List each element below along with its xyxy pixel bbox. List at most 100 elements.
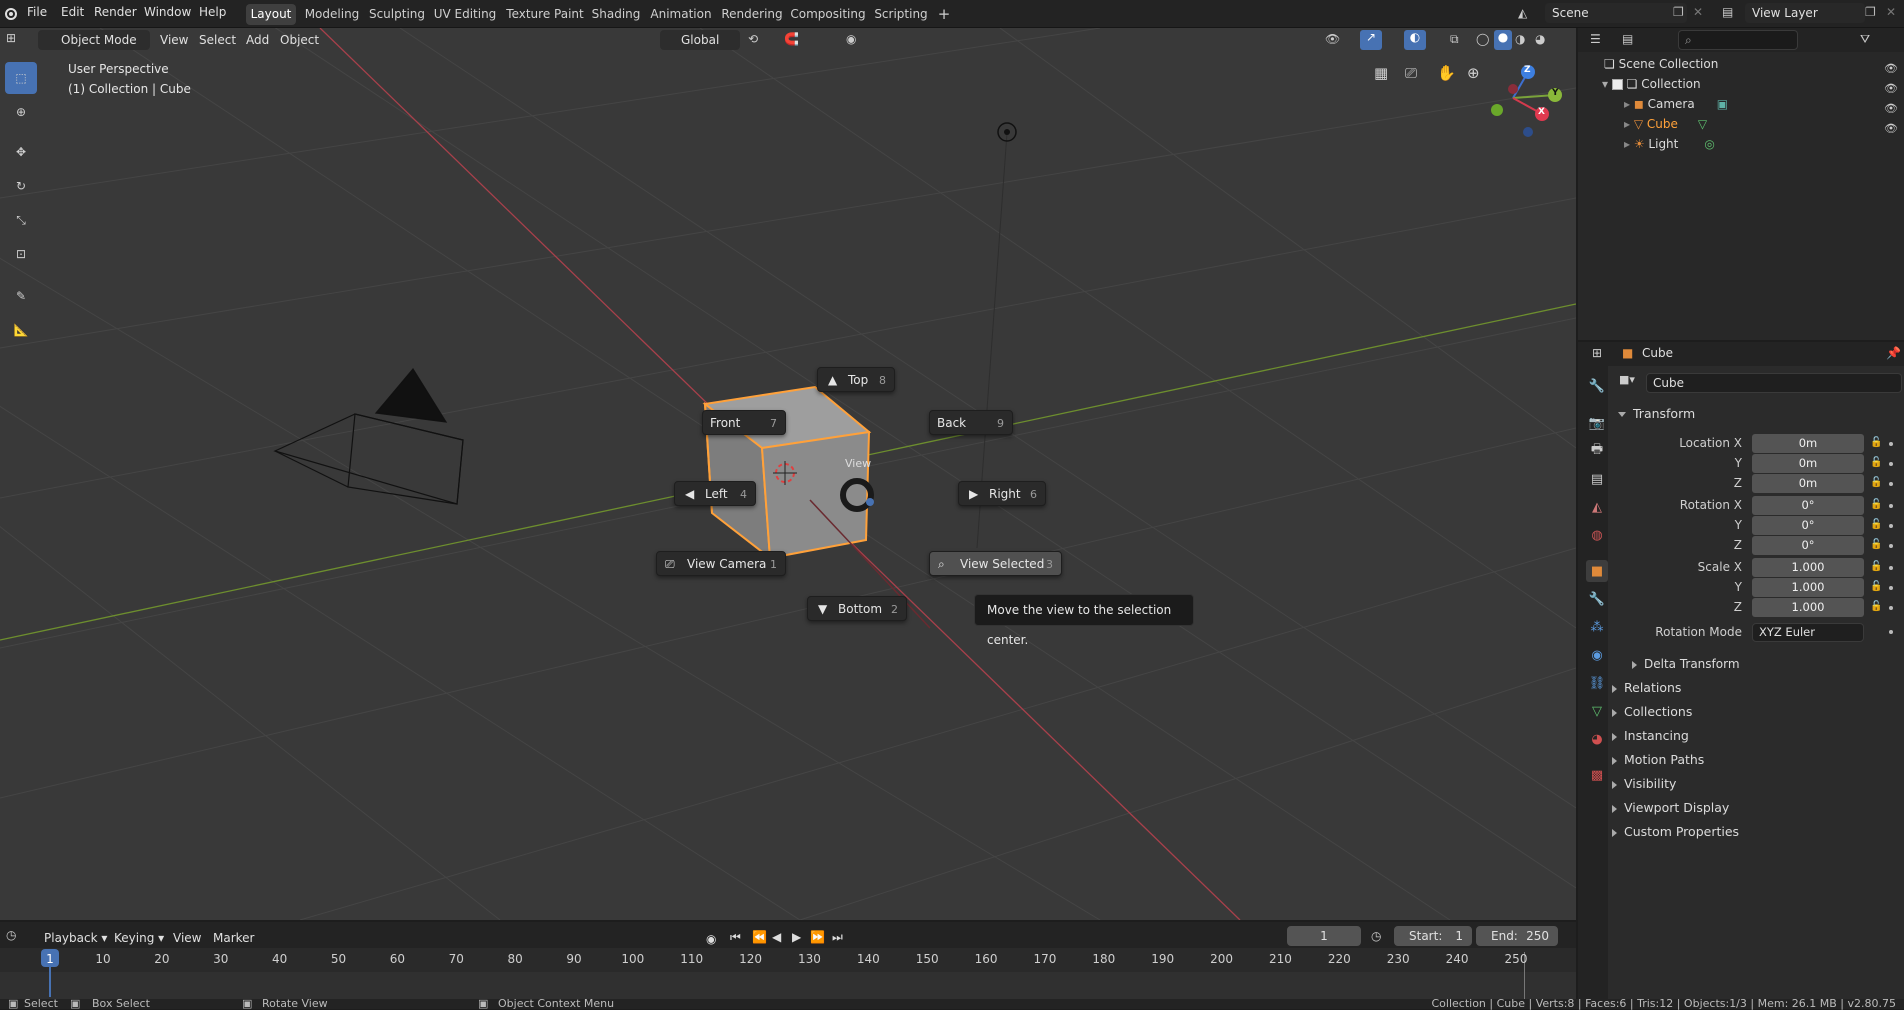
lock-icon[interactable]: 🔓 — [1870, 539, 1882, 550]
object-tab-icon[interactable]: ■ — [1586, 560, 1608, 582]
properties-editor-icon[interactable]: ⊞ — [1592, 346, 1602, 360]
camera-object[interactable] — [273, 367, 464, 505]
timeline-editor-icon[interactable]: ◷ — [6, 928, 16, 942]
tree-collection[interactable]: ▾ ❏ Collection — [1602, 74, 1701, 94]
collections-panel[interactable]: Collections — [1612, 704, 1692, 719]
start-frame-field[interactable]: Start: 1 — [1394, 926, 1472, 946]
proportional-edit-icon[interactable]: ◉ — [846, 32, 856, 46]
measure-tool-icon[interactable]: 📐 — [5, 314, 37, 346]
wireframe-shading-icon[interactable]: ◯ — [1476, 32, 1489, 46]
lock-icon[interactable]: 🔓 — [1870, 601, 1882, 612]
keyframe-dot-icon[interactable] — [1889, 482, 1893, 486]
eye-icon[interactable]: 👁 — [1884, 62, 1898, 75]
tab-sculpting[interactable]: Sculpting — [368, 4, 426, 25]
relations-panel[interactable]: Relations — [1612, 680, 1681, 695]
data-tab-icon[interactable]: ▽ — [1586, 700, 1608, 722]
pie-view-camera-button[interactable]: ⎚ View Camera 1 — [656, 551, 786, 576]
tab-rendering[interactable]: Rendering — [721, 4, 783, 25]
editor-type-icon[interactable]: ⊞ — [6, 31, 16, 45]
pivot-icon[interactable]: ⟲ — [748, 32, 758, 46]
gizmo-toggle-icon[interactable]: ↗ — [1360, 30, 1382, 50]
view-layer-icon[interactable]: ▤ — [1722, 5, 1733, 19]
view-layer-field[interactable]: View Layer — [1745, 3, 1865, 23]
menu-marker[interactable]: Marker — [213, 928, 254, 948]
tree-scene-collection[interactable]: ❏ Scene Collection — [1604, 54, 1718, 74]
keyframe-dot-icon[interactable] — [1889, 442, 1893, 446]
keyframe-dot-icon[interactable] — [1889, 504, 1893, 508]
lock-icon[interactable]: 🔓 — [1870, 581, 1882, 592]
tab-modeling[interactable]: Modeling — [303, 4, 361, 25]
tab-uv-editing[interactable]: UV Editing — [432, 4, 498, 25]
keyframe-dot-icon[interactable] — [1889, 544, 1893, 548]
annotate-tool-icon[interactable]: ✎ — [5, 280, 37, 312]
rotation-z-field[interactable]: 0° — [1752, 536, 1864, 555]
transform-panel-header[interactable]: Transform — [1618, 406, 1695, 421]
menu-render[interactable]: Render — [94, 5, 137, 19]
constraints-tab-icon[interactable]: ⛓ — [1586, 672, 1608, 694]
scene-field[interactable]: Scene — [1545, 3, 1687, 23]
menu-object[interactable]: Object — [280, 30, 319, 50]
menu-keying[interactable]: Keying ▾ — [114, 928, 164, 948]
tool-tab-icon[interactable]: 🔧 — [1586, 375, 1608, 397]
camera-view-icon[interactable]: ⎚ — [1405, 64, 1417, 82]
menu-select[interactable]: Select — [199, 30, 236, 50]
object-name-field[interactable]: Cube — [1646, 373, 1902, 393]
play-reverse-icon[interactable]: ◀ — [772, 930, 781, 944]
scale-tool-icon[interactable]: ⤡ — [5, 204, 37, 236]
material-shading-icon[interactable]: ◑ — [1515, 32, 1525, 46]
outliner-search-input[interactable]: ⌕ — [1678, 30, 1798, 50]
physics-tab-icon[interactable]: ◉ — [1586, 644, 1608, 666]
lock-icon[interactable]: 🔓 — [1870, 499, 1882, 510]
tree-item-camera[interactable]: ▸ ◼ Camera ▣ — [1624, 94, 1728, 114]
scale-y-field[interactable]: 1.000 — [1752, 578, 1864, 597]
tab-texture-paint[interactable]: Texture Paint — [505, 4, 585, 25]
instancing-panel[interactable]: Instancing — [1612, 728, 1689, 743]
menu-help[interactable]: Help — [199, 5, 226, 19]
pie-front-button[interactable]: Front 7 — [702, 410, 786, 435]
xray-toggle-icon[interactable]: ⧉ — [1450, 32, 1459, 47]
play-icon[interactable]: ▶ — [792, 930, 801, 944]
eye-icon[interactable]: 👁 — [1884, 122, 1898, 135]
particles-tab-icon[interactable]: ⁂ — [1586, 616, 1608, 638]
eye-icon[interactable]: 👁 — [1884, 102, 1898, 115]
move-tool-icon[interactable]: ✥ — [5, 136, 37, 168]
output-tab-icon[interactable]: 🖶 — [1586, 440, 1608, 462]
lock-icon[interactable]: 🔓 — [1870, 477, 1882, 488]
display-mode-icon[interactable]: ▤ — [1622, 32, 1633, 46]
navigation-gizmo[interactable] — [1491, 65, 1562, 137]
lock-icon[interactable]: 🔓 — [1870, 457, 1882, 468]
tab-animation[interactable]: Animation — [647, 4, 715, 25]
keyframe-dot-icon[interactable] — [1889, 586, 1893, 590]
3d-viewport[interactable]: Z Y X View User Perspective (1) Collecti… — [0, 28, 1576, 920]
menu-add[interactable]: Add — [246, 30, 269, 50]
lock-icon[interactable]: 🔓 — [1870, 561, 1882, 572]
add-workspace-button[interactable]: + — [934, 4, 954, 25]
pie-view-selected-button[interactable]: ⌕ View Selected 3 — [929, 551, 1062, 576]
rotation-mode-dropdown[interactable]: XYZ Euler — [1752, 623, 1864, 642]
scene-tab-icon[interactable]: ◭ — [1586, 496, 1608, 518]
keyframe-dot-icon[interactable] — [1889, 630, 1893, 634]
rotation-x-field[interactable]: 0° — [1752, 496, 1864, 515]
solid-shading-icon[interactable]: ● — [1494, 30, 1512, 50]
close-scene-icon[interactable]: ✕ — [1693, 5, 1703, 19]
checkbox-icon[interactable] — [1611, 79, 1623, 90]
visibility-panel[interactable]: Visibility — [1612, 776, 1676, 791]
timer-icon[interactable]: ◷ — [1371, 929, 1381, 943]
jump-start-icon[interactable]: ⏮ — [730, 930, 741, 945]
record-keyframe-icon[interactable]: ◉ — [706, 932, 716, 946]
menu-view[interactable]: View — [160, 30, 188, 50]
delta-transform-subpanel[interactable]: Delta Transform — [1632, 657, 1740, 671]
pie-back-button[interactable]: Back 9 — [929, 410, 1013, 435]
modifier-tab-icon[interactable]: 🔧 — [1586, 588, 1608, 610]
filter-icon[interactable]: ⛛ — [1860, 32, 1870, 47]
blender-logo-icon[interactable] — [3, 5, 19, 21]
pin-icon[interactable]: 📌 — [1886, 346, 1901, 360]
visibility-toggle-icon[interactable]: 👁 — [1325, 32, 1340, 46]
scale-x-field[interactable]: 1.000 — [1752, 558, 1864, 577]
cursor-tool-icon[interactable]: ⊕ — [5, 96, 37, 128]
new-view-layer-icon[interactable]: ❐ — [1865, 5, 1876, 19]
lock-icon[interactable]: 🔓 — [1870, 437, 1882, 448]
grid-view-icon[interactable]: ▦ — [1374, 64, 1388, 82]
view-layer-tab-icon[interactable]: ▤ — [1586, 468, 1608, 490]
tab-compositing[interactable]: Compositing — [790, 4, 866, 25]
